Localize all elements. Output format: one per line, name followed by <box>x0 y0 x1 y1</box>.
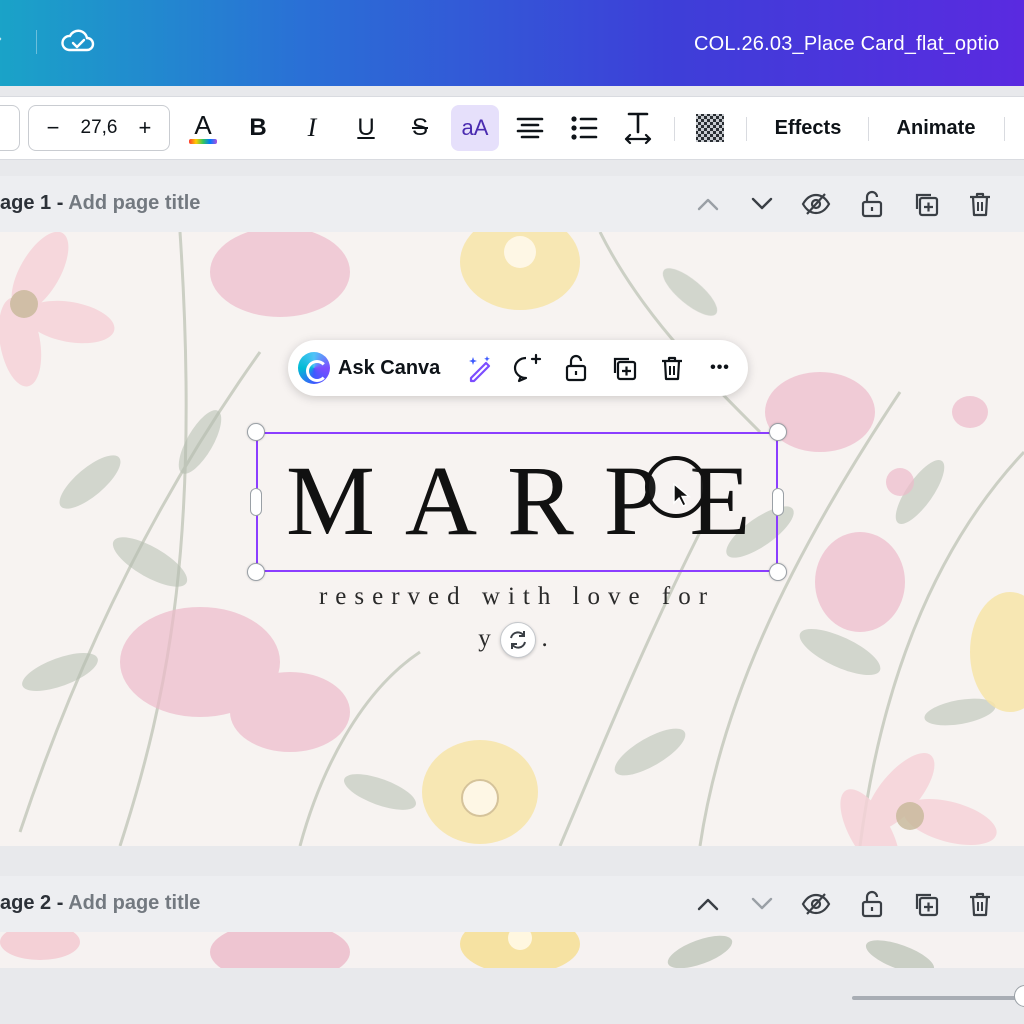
top-header-bar: › COL.26.03_Place Card_flat_optio <box>0 0 1024 86</box>
duplicate-element-button[interactable] <box>608 352 640 384</box>
duplicate-icon <box>613 357 637 381</box>
rotate-handle[interactable] <box>500 622 536 658</box>
add-comment-icon <box>513 353 542 383</box>
chevron-down-icon <box>751 897 773 910</box>
move-page-up-button[interactable] <box>692 888 724 920</box>
more-options-button[interactable]: ••• <box>704 352 736 384</box>
canva-ai-logo-icon[interactable] <box>298 352 330 384</box>
decrease-font-size-button[interactable]: − <box>43 115 63 141</box>
chevron-up-icon <box>697 898 719 911</box>
bottom-status-bar <box>0 968 1024 1024</box>
letter-case-button[interactable]: aA <box>451 105 499 151</box>
redo-arrow-icon[interactable]: › <box>0 28 2 49</box>
delete-element-button[interactable] <box>656 352 688 384</box>
page-1-label: age 1 - Add page title <box>0 192 200 215</box>
reserved-line-1: reserved with love for <box>318 583 716 610</box>
bullet-list-button[interactable] <box>564 105 604 151</box>
page-1-title-input[interactable]: Add page title <box>68 192 200 214</box>
trash-icon <box>662 356 682 381</box>
resize-handle-right[interactable] <box>772 488 784 516</box>
strikethrough-button[interactable]: S <box>400 105 440 151</box>
page-2-prefix: age 2 - <box>0 892 69 914</box>
magic-write-button[interactable] <box>464 352 496 384</box>
underline-button[interactable]: U <box>346 105 386 151</box>
svg-text:A: A <box>194 110 212 140</box>
move-page-down-button[interactable] <box>746 888 778 920</box>
mouse-pointer-icon <box>673 482 691 507</box>
spacing-button[interactable] <box>618 105 658 151</box>
page-2-title-input[interactable]: Add page title <box>68 892 200 914</box>
trash-icon <box>970 892 990 917</box>
animate-button[interactable]: Animate <box>884 105 988 151</box>
increase-font-size-button[interactable]: + <box>135 115 155 141</box>
duplicate-icon <box>915 893 939 917</box>
chevron-up-icon <box>697 198 719 211</box>
delete-page-button[interactable] <box>964 888 996 920</box>
delete-page-button[interactable] <box>964 188 996 220</box>
document-title[interactable]: COL.26.03_Place Card_flat_optio <box>694 33 999 56</box>
page-1-prefix: age 1 - <box>0 192 69 214</box>
toolbar-divider <box>674 117 675 141</box>
floral-background-image <box>0 932 935 968</box>
duplicate-icon <box>915 193 939 217</box>
move-page-up-button[interactable] <box>692 188 724 220</box>
magic-pen-icon <box>469 356 491 383</box>
align-center-icon <box>516 117 544 139</box>
rotate-icon <box>510 631 526 649</box>
toolbar-divider <box>746 117 747 141</box>
effects-button[interactable]: Effects <box>762 105 854 151</box>
bullet-list-icon <box>571 116 598 140</box>
duplicate-page-button[interactable] <box>910 888 942 920</box>
duplicate-page-button[interactable] <box>910 188 942 220</box>
hide-page-button[interactable] <box>800 188 832 220</box>
text-color-button[interactable]: A <box>182 105 224 151</box>
page-2-label: age 2 - Add page title <box>0 892 200 915</box>
trash-icon <box>970 192 990 217</box>
page-2-header: age 2 - Add page title <box>0 876 1024 932</box>
design-canvas-page-2[interactable] <box>0 932 1024 968</box>
unlock-icon <box>565 354 587 382</box>
unlock-icon <box>861 890 883 918</box>
page-1-header: age 1 - Add page title <box>0 176 1024 232</box>
comment-button[interactable] <box>512 352 544 384</box>
cloud-saved-icon[interactable] <box>60 26 96 56</box>
toolbar-divider <box>1004 117 1005 141</box>
eye-slash-icon <box>801 893 831 915</box>
resize-handle-left[interactable] <box>250 488 262 516</box>
unlock-icon <box>861 190 883 218</box>
transparency-button[interactable] <box>690 105 730 151</box>
ask-canva-button[interactable]: Ask Canva <box>338 357 440 380</box>
zoom-slider-thumb[interactable] <box>1014 985 1024 1007</box>
element-context-toolbar: Ask Canva ••• <box>288 340 748 396</box>
zoom-slider-track[interactable] <box>852 996 1024 1000</box>
eye-slash-icon <box>801 193 831 215</box>
italic-button[interactable]: I <box>292 105 332 151</box>
text-toolbar: − 27,6 + A B I U S aA Effects Animate <box>0 96 1024 160</box>
font-family-dropdown[interactable] <box>0 105 20 151</box>
bold-button[interactable]: B <box>238 105 278 151</box>
text-spacing-icon <box>624 112 652 145</box>
lock-element-button[interactable] <box>560 352 592 384</box>
lock-page-button[interactable] <box>856 188 888 220</box>
resize-handle-top-right[interactable] <box>769 423 787 441</box>
font-size-value[interactable]: 27,6 <box>81 117 118 139</box>
move-page-down-button[interactable] <box>746 188 778 220</box>
hide-page-button[interactable] <box>800 888 832 920</box>
font-size-stepper[interactable]: − 27,6 + <box>28 105 170 151</box>
lock-page-button[interactable] <box>856 888 888 920</box>
text-color-icon: A <box>189 110 217 144</box>
align-center-button[interactable] <box>510 105 550 151</box>
resize-handle-top-left[interactable] <box>247 423 265 441</box>
transparency-checker-icon <box>696 114 724 142</box>
header-divider <box>36 30 37 54</box>
chevron-down-icon <box>751 197 773 210</box>
toolbar-divider <box>868 117 869 141</box>
